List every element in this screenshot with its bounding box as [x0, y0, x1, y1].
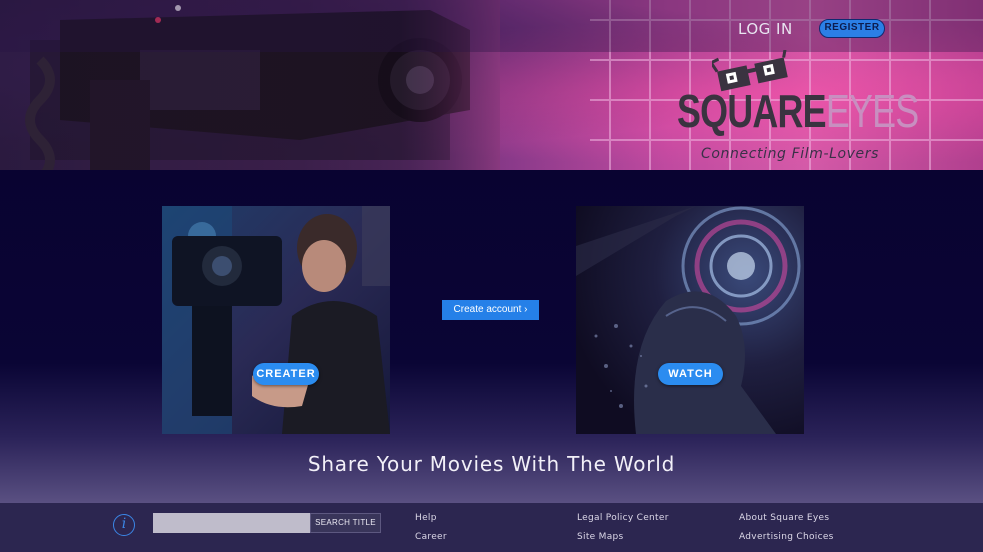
logo-name-secondary: EYES	[825, 85, 919, 137]
watch-image	[576, 206, 804, 434]
footer-link-help[interactable]: Help	[415, 513, 437, 523]
watch-card[interactable]: WATCH	[576, 206, 804, 434]
footer-link-career[interactable]: Career	[415, 532, 447, 542]
footer-link-advertising[interactable]: Advertising Choices	[739, 532, 834, 542]
search-input[interactable]	[153, 513, 311, 533]
footer-link-legal-policy[interactable]: Legal Policy Center	[577, 513, 669, 523]
create-account-button[interactable]: Create account ›	[442, 300, 539, 320]
info-icon[interactable]: i	[113, 514, 135, 536]
logo-tagline: Connecting Film-Lovers	[701, 146, 880, 162]
register-button[interactable]: REGISTER	[819, 19, 885, 38]
logo-name-primary: SQUARE	[677, 85, 827, 137]
logo-wordmark: SQUAREEYES	[677, 85, 919, 137]
hero-banner: LOG IN REGISTER SQUAREEYES Connecting Fi…	[0, 0, 983, 170]
search-title-button[interactable]: SEARCH TITLE	[310, 513, 381, 533]
footer-link-about[interactable]: About Square Eyes	[739, 513, 829, 523]
footer-link-site-maps[interactable]: Site Maps	[577, 532, 624, 542]
creator-image	[162, 206, 390, 434]
main-section: CREATER Create account › WATCH Share You…	[0, 170, 983, 503]
footer: i SEARCH TITLE Help Career Legal Policy …	[0, 503, 983, 552]
watch-button[interactable]: WATCH	[658, 363, 723, 385]
creator-button[interactable]: CREATER	[253, 363, 319, 385]
login-link[interactable]: LOG IN	[738, 20, 793, 38]
main-tagline: Share Your Movies With The World	[307, 452, 676, 476]
creator-card[interactable]: CREATER	[162, 206, 390, 434]
